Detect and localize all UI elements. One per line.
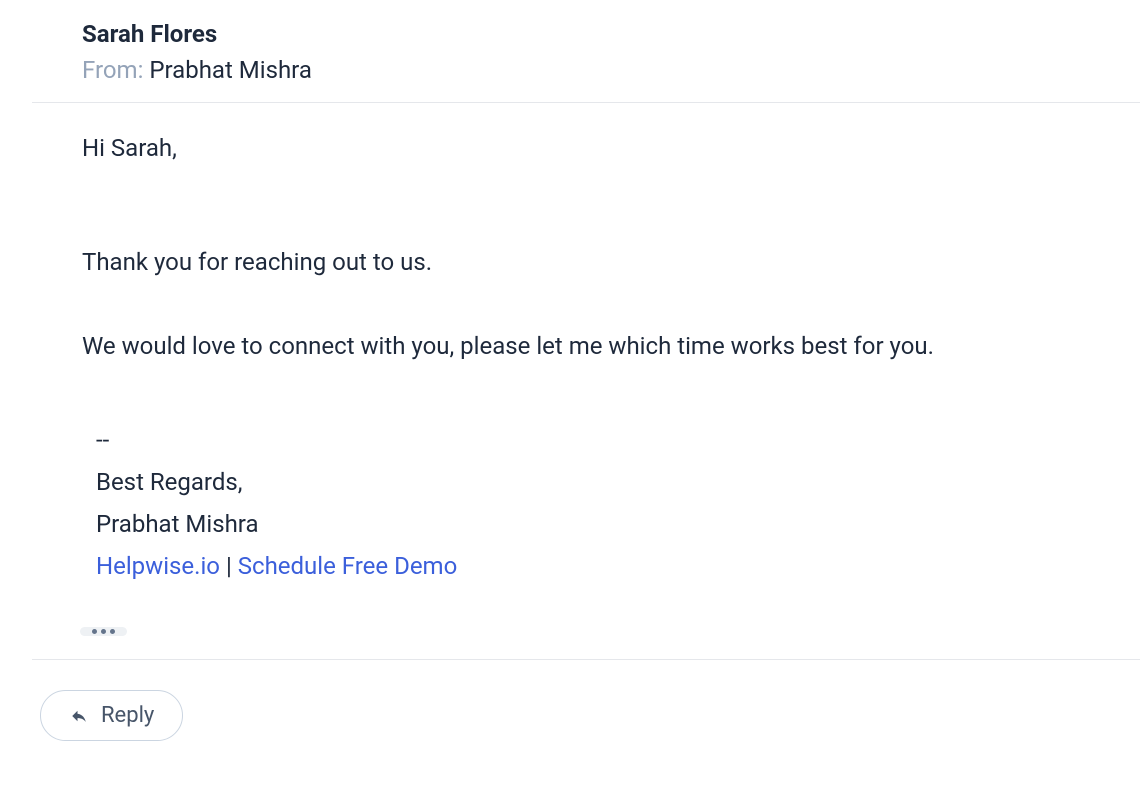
reply-label: Reply <box>101 703 154 728</box>
dot-icon <box>110 629 115 634</box>
signature-link-demo[interactable]: Schedule Free Demo <box>238 552 458 580</box>
signature-block: -- Best Regards, Prabhat Mishra Helpwise… <box>82 419 1090 587</box>
recipient-name: Sarah Flores <box>82 20 1090 48</box>
signature-link-separator: | <box>220 552 238 580</box>
reply-icon <box>69 707 89 725</box>
email-header: Sarah Flores From: Prabhat Mishra <box>32 0 1140 103</box>
from-name: Prabhat Mishra <box>149 56 312 84</box>
signature-divider: -- <box>96 419 1090 461</box>
from-line: From: Prabhat Mishra <box>82 56 1090 84</box>
body-paragraph-1: Thank you for reaching out to us. <box>82 241 1090 283</box>
signature-name: Prabhat Mishra <box>96 503 1090 545</box>
signature-links: Helpwise.io | Schedule Free Demo <box>96 545 1090 587</box>
signature-link-helpwise[interactable]: Helpwise.io <box>96 552 220 580</box>
from-label: From: <box>82 56 143 84</box>
reply-button[interactable]: Reply <box>40 690 183 741</box>
greeting: Hi Sarah, <box>82 127 1090 169</box>
email-body: Hi Sarah, Thank you for reaching out to … <box>32 103 1140 660</box>
expand-quoted-button[interactable] <box>80 627 127 636</box>
dot-icon <box>92 629 97 634</box>
dot-icon <box>101 629 106 634</box>
email-footer: Reply <box>0 660 1140 771</box>
body-paragraph-2: We would love to connect with you, pleas… <box>82 325 1090 367</box>
signature-regards: Best Regards, <box>96 461 1090 503</box>
